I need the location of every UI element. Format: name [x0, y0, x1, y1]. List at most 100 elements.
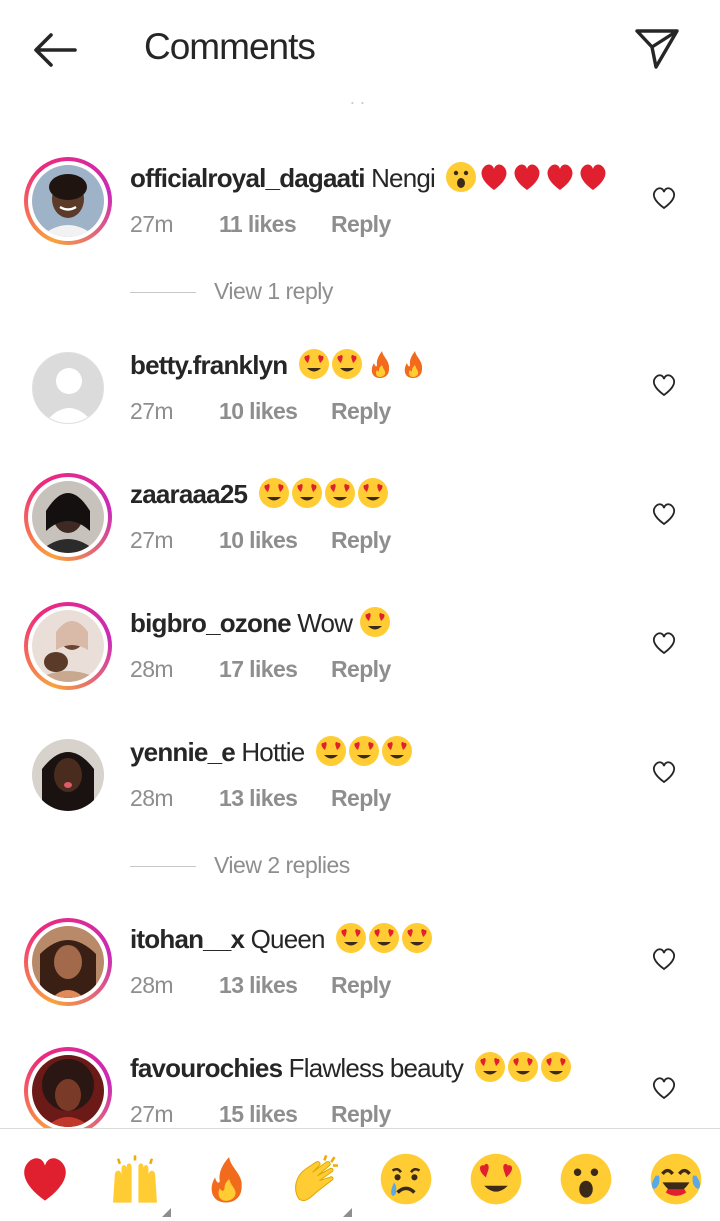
clipped-reply-text: ∙ ∙: [350, 98, 366, 112]
quick-reaction-surprised-face[interactable]: [558, 1151, 614, 1207]
reply-button[interactable]: Reply: [331, 211, 391, 238]
avatar: [32, 1055, 104, 1127]
avatar: [32, 481, 104, 553]
comment-username[interactable]: bigbro_ozone: [130, 608, 292, 638]
comment-likes[interactable]: 11 likes: [219, 211, 297, 238]
comment-username[interactable]: yennie_e: [130, 737, 236, 767]
default-avatar-icon: [33, 353, 103, 423]
heart-eyes-icon: [324, 478, 355, 509]
like-comment-button[interactable]: [650, 759, 678, 785]
reply-divider-line: [130, 292, 196, 293]
avatar: [32, 610, 104, 682]
reply-button[interactable]: Reply: [331, 972, 391, 999]
like-comment-button[interactable]: [650, 185, 678, 211]
quick-reaction-red-heart[interactable]: [17, 1151, 73, 1207]
avatar-story-ring[interactable]: [24, 918, 112, 1006]
heart-eyes-icon: [470, 1153, 522, 1205]
comment-emojis: [335, 922, 433, 954]
view-replies-link[interactable]: View 2 replies: [130, 852, 390, 882]
heart-outline-icon: [652, 632, 676, 655]
comment-likes[interactable]: 10 likes: [219, 398, 298, 425]
comment-time: 27m: [130, 1101, 174, 1127]
heart-eyes-icon: [507, 1052, 538, 1083]
reply-button[interactable]: Reply: [331, 1101, 391, 1128]
heart-eyes-icon: [359, 607, 390, 638]
comment-text: Flawless beauty: [288, 1053, 464, 1083]
comment-username[interactable]: favourochies: [130, 1053, 283, 1083]
comment-time: 28m: [130, 785, 174, 811]
avatar: [32, 352, 104, 424]
fire-icon: [211, 1157, 242, 1203]
profile-photo: [32, 165, 104, 237]
view-replies-label: View 2 replies: [214, 852, 350, 878]
like-comment-button[interactable]: [650, 630, 678, 656]
comment-username[interactable]: officialroyal_dagaati: [130, 163, 365, 193]
comment-item: yennie_e Hottie 28m 13 likes Reply: [0, 727, 720, 837]
comment-likes[interactable]: 17 likes: [219, 656, 298, 683]
avatar-wrap[interactable]: [24, 344, 112, 432]
comment-likes[interactable]: 13 likes: [219, 785, 298, 812]
quick-reaction-clapping-hands[interactable]: [288, 1151, 352, 1217]
heart-outline-icon: [652, 1077, 676, 1100]
avatar-story-ring[interactable]: [24, 157, 112, 245]
comment-item: itohan__x Queen 28m 13 likes Reply: [0, 914, 720, 1024]
comment-time: 28m: [130, 656, 174, 682]
comment-likes[interactable]: 15 likes: [219, 1101, 298, 1128]
reply-button[interactable]: Reply: [331, 398, 391, 425]
comment-likes[interactable]: 10 likes: [219, 527, 298, 554]
surprised-face-icon: [560, 1153, 612, 1205]
heart-outline-icon: [652, 761, 676, 784]
reply-button[interactable]: Reply: [331, 656, 391, 683]
avatar-story-ring[interactable]: [24, 1047, 112, 1128]
comment-emojis: [298, 348, 429, 380]
comment-list[interactable]: ∙ ∙ officialroyal_dagaati Nengi 27m 11 l…: [0, 98, 720, 1128]
quick-reaction-fire[interactable]: [198, 1151, 254, 1207]
quick-reaction-tears-of-joy[interactable]: [648, 1151, 704, 1207]
quick-reaction-crying-face[interactable]: [378, 1151, 434, 1207]
page-title: Comments: [144, 26, 316, 67]
raising-hands-icon: [113, 1155, 157, 1203]
quick-reaction-raising-hands[interactable]: [107, 1151, 171, 1217]
back-arrow-icon: [34, 33, 77, 67]
comment-item: zaaraaa25 27m 10 likes Reply: [0, 469, 720, 579]
back-button[interactable]: [28, 28, 82, 72]
profile-photo: [32, 610, 104, 682]
heart-eyes-icon: [258, 478, 289, 509]
profile-photo: [32, 926, 104, 998]
avatar: [32, 739, 104, 811]
comment-item: officialroyal_dagaati Nengi 27m 11 likes…: [0, 153, 720, 263]
heart-eyes-icon: [348, 736, 379, 767]
avatar-story-ring[interactable]: [24, 473, 112, 561]
reply-button[interactable]: Reply: [331, 785, 391, 812]
like-comment-button[interactable]: [650, 372, 678, 398]
comment-text: Nengi: [371, 163, 436, 193]
heart-eyes-icon: [291, 478, 322, 509]
like-comment-button[interactable]: [650, 501, 678, 527]
tears-of-joy-icon: [650, 1153, 702, 1205]
fire-icon: [404, 351, 422, 379]
comment-time: 27m: [130, 211, 174, 237]
heart-eyes-icon: [474, 1052, 505, 1083]
red-heart-icon: [580, 164, 606, 191]
comment-username[interactable]: betty.franklyn: [130, 350, 288, 380]
comment-emojis: [474, 1051, 572, 1083]
variant-indicator: [162, 1208, 171, 1217]
view-replies-link[interactable]: View 1 reply: [130, 278, 390, 308]
comment-username[interactable]: zaaraaa25: [130, 479, 248, 509]
avatar-wrap[interactable]: [24, 731, 112, 819]
avatar-story-ring[interactable]: [24, 602, 112, 690]
comment-likes[interactable]: 13 likes: [219, 972, 298, 999]
clapping-hands-icon: [295, 1154, 338, 1202]
like-comment-button[interactable]: [650, 1075, 678, 1101]
like-comment-button[interactable]: [650, 946, 678, 972]
comment-username[interactable]: itohan__x: [130, 924, 245, 954]
heart-eyes-icon: [540, 1052, 571, 1083]
fire-icon: [371, 351, 389, 379]
heart-eyes-icon: [298, 349, 329, 380]
heart-eyes-icon: [381, 736, 412, 767]
share-button[interactable]: [630, 24, 684, 74]
heart-eyes-icon: [331, 349, 362, 380]
quick-reaction-heart-eyes[interactable]: [468, 1151, 524, 1207]
reply-button[interactable]: Reply: [331, 527, 391, 554]
heart-outline-icon: [652, 187, 676, 210]
